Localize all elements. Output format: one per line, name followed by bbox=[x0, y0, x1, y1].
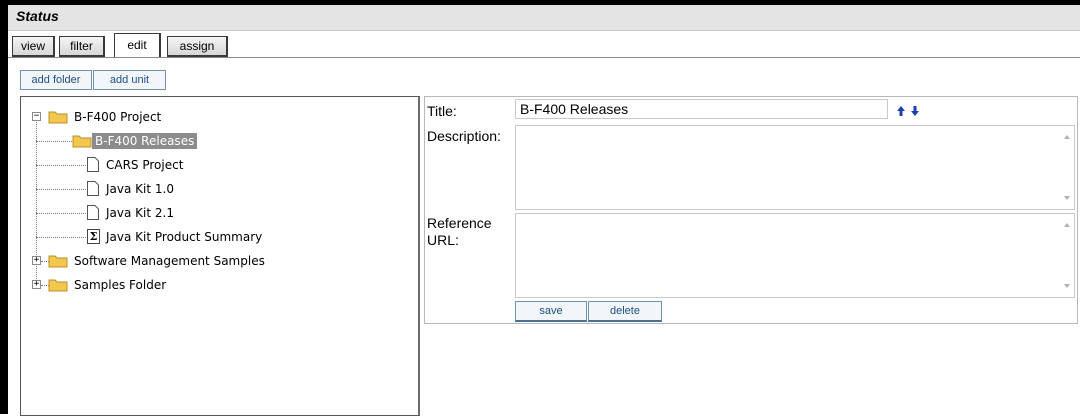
folder-icon bbox=[72, 135, 92, 148]
add-unit-button[interactable]: add unit bbox=[93, 70, 166, 90]
save-button[interactable]: save bbox=[515, 301, 587, 322]
document-icon bbox=[87, 205, 99, 220]
collapse-toggle-icon[interactable]: − bbox=[32, 112, 41, 121]
tree-node-label[interactable]: Samples Folder bbox=[71, 277, 169, 293]
page-title: Status bbox=[16, 8, 59, 24]
summary-icon: Σ bbox=[87, 229, 100, 244]
tree-node-label[interactable]: Java Kit Product Summary bbox=[103, 229, 265, 245]
add-folder-button[interactable]: add folder bbox=[20, 70, 92, 90]
reference-url-label-line2: URL: bbox=[427, 232, 459, 248]
tree-node-label[interactable]: Java Kit 2.1 bbox=[103, 205, 177, 221]
tab-assign[interactable]: assign bbox=[167, 36, 228, 57]
scroll-down-icon[interactable] bbox=[1064, 284, 1070, 288]
folder-icon bbox=[48, 111, 68, 124]
edit-form-panel: Title: B-F400 Releases Description: Refe… bbox=[424, 96, 1078, 324]
tab-filter[interactable]: filter bbox=[59, 36, 105, 57]
document-icon bbox=[87, 157, 99, 172]
tree-node[interactable]: Software Management Samples bbox=[71, 252, 268, 270]
scroll-up-icon[interactable] bbox=[1064, 135, 1070, 139]
tree-connector bbox=[36, 237, 86, 238]
tree-connector bbox=[36, 213, 86, 214]
expand-toggle-icon[interactable]: + bbox=[32, 256, 41, 265]
tree-node[interactable]: Java Kit Product Summary bbox=[103, 228, 265, 246]
tree-node[interactable]: Java Kit 1.0 bbox=[103, 180, 177, 198]
title-label: Title: bbox=[427, 103, 457, 119]
title-input[interactable]: B-F400 Releases bbox=[515, 99, 888, 119]
move-down-arrow-icon[interactable] bbox=[910, 105, 920, 117]
move-up-arrow-icon[interactable] bbox=[896, 105, 906, 117]
tab-view[interactable]: view bbox=[12, 36, 55, 57]
description-label: Description: bbox=[427, 128, 501, 144]
tree-node-selected[interactable]: B-F400 Releases bbox=[92, 132, 198, 150]
document-icon bbox=[87, 181, 99, 196]
delete-button[interactable]: delete bbox=[588, 301, 662, 322]
tree-node[interactable]: CARS Project bbox=[103, 156, 186, 174]
tree-node-label[interactable]: Java Kit 1.0 bbox=[103, 181, 177, 197]
folder-icon bbox=[48, 279, 68, 292]
folder-icon bbox=[48, 255, 68, 268]
description-textarea[interactable] bbox=[515, 125, 1075, 210]
scroll-down-icon[interactable] bbox=[1064, 196, 1070, 200]
tree-node-label[interactable]: B-F400 Project bbox=[71, 109, 164, 125]
tree-node-label[interactable]: CARS Project bbox=[103, 157, 186, 173]
scroll-up-icon[interactable] bbox=[1064, 223, 1070, 227]
expand-toggle-icon[interactable]: + bbox=[32, 280, 41, 289]
tree-node-label[interactable]: B-F400 Releases bbox=[92, 133, 198, 149]
tab-divider bbox=[8, 57, 1080, 58]
reference-url-label-line1: Reference bbox=[427, 215, 492, 231]
reference-url-textarea[interactable] bbox=[515, 213, 1075, 298]
tree-connector bbox=[36, 165, 86, 166]
tree-node-label[interactable]: Software Management Samples bbox=[71, 253, 268, 269]
tree-node[interactable]: Java Kit 2.1 bbox=[103, 204, 177, 222]
status-header: Status bbox=[8, 5, 1080, 31]
folder-tree-panel: − B-F400 Project B-F400 Releases CARS Pr… bbox=[20, 96, 420, 416]
tree-connector bbox=[36, 189, 86, 190]
tree-node[interactable]: Samples Folder bbox=[71, 276, 169, 294]
tree-node[interactable]: B-F400 Project bbox=[71, 108, 164, 126]
tab-edit[interactable]: edit bbox=[114, 33, 161, 57]
